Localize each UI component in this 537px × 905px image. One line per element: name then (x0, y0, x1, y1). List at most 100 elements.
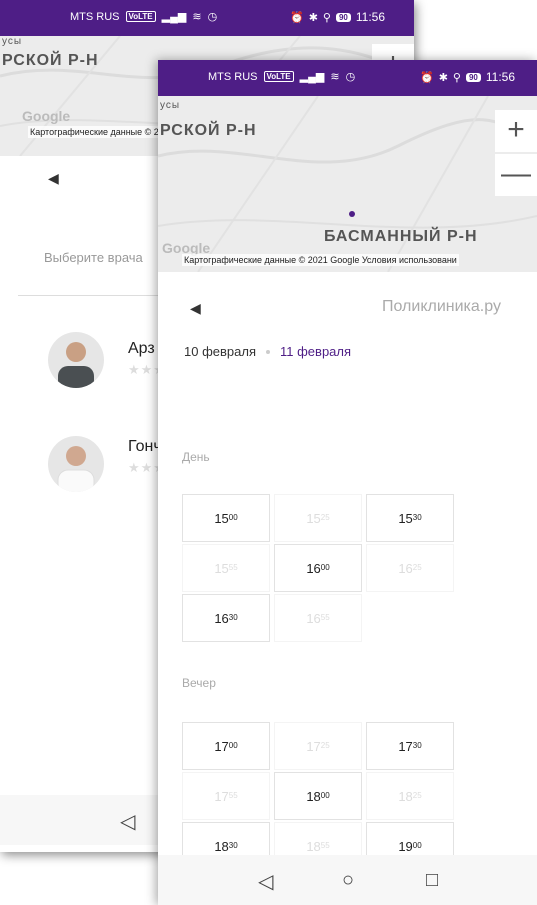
slot-minutes: 25 (320, 512, 330, 522)
slot-minutes: 55 (320, 612, 330, 622)
time-slot[interactable]: 15 00 (182, 494, 270, 542)
battery-icon: 90 (335, 12, 351, 22)
slot-minutes: 25 (412, 790, 422, 800)
map-district-left: РСКОЙ Р-Н (160, 122, 257, 139)
slot-minutes: 00 (412, 840, 422, 850)
back-button[interactable]: ◀ (190, 300, 201, 317)
doctor-name[interactable]: Гонч (128, 438, 162, 456)
time-slot[interactable]: 16 30 (182, 594, 270, 642)
slot-hour: 18 (306, 838, 321, 854)
carrier-text: MTS RUS (208, 70, 258, 83)
doctor-photo-icon (58, 342, 94, 388)
slot-minutes: 30 (228, 840, 238, 850)
slot-minutes: 25 (412, 562, 422, 572)
map-district-label: РСКОЙ Р-Н (2, 52, 99, 69)
select-doctor-field[interactable]: Выберите врача (44, 250, 143, 265)
date-separator (266, 349, 270, 354)
status-time: 11:56 (355, 10, 386, 24)
status-bar: MTS RUS VoLTE ▂▄▆ ≋ ◷ ⏰ ✱ ⚲ 90 11:56 (0, 0, 414, 36)
alarm-icon: ⏰ (290, 11, 304, 24)
nav-bar: ◁ ○ □ (158, 855, 537, 905)
map-view[interactable]: усы РСКОЙ Р-Н БАСМАННЫЙ Р-Н + — Google К… (158, 96, 537, 272)
slot-minutes: 30 (412, 512, 422, 522)
map-label-top: усы (160, 100, 181, 111)
slot-minutes: 55 (228, 790, 238, 800)
slot-hour: 19 (398, 838, 413, 854)
bluetooth-icon: ✱ (308, 11, 318, 24)
date-feb-11[interactable]: 11 февраля (280, 344, 351, 359)
slot-minutes: 55 (320, 840, 330, 850)
slot-hour: 18 (214, 838, 229, 854)
slot-hour: 15 (214, 510, 229, 526)
time-slot: 17 25 (274, 722, 362, 770)
location-icon: ⚲ (452, 71, 461, 84)
carrier-text: MTS RUS (70, 10, 120, 23)
avatar (48, 436, 104, 492)
slot-hour: 15 (214, 560, 229, 576)
map-label-top: усы (2, 36, 23, 47)
wifi-icon: ≋ (192, 11, 202, 23)
slot-hour: 17 (214, 788, 229, 804)
slot-minutes: 00 (320, 790, 330, 800)
date-selector: 10 февраля 11 февраля (184, 344, 351, 359)
slot-hour: 16 (306, 560, 321, 576)
bluetooth-icon: ✱ (438, 71, 448, 84)
doctor-photo-icon (57, 446, 95, 492)
time-slot: 16 25 (366, 544, 454, 592)
slot-hour: 18 (398, 788, 413, 804)
wifi-icon: ≋ (330, 71, 340, 83)
day-slots-grid: 15 00 15 25 15 30 15 55 16 00 16 25 16 30 16 55 (182, 494, 454, 642)
avatar (48, 332, 104, 388)
slot-minutes: 55 (228, 562, 238, 572)
time-slot[interactable]: 17 30 (366, 722, 454, 770)
section-evening-title: Вечер (182, 676, 216, 690)
slot-minutes: 00 (228, 512, 238, 522)
signal-icon: ▂▄▆ (299, 71, 325, 83)
slot-hour: 16 (306, 610, 321, 626)
time-slot[interactable]: 16 00 (274, 544, 362, 592)
back-button[interactable]: ◀ (48, 170, 59, 187)
front-screen: MTS RUS VoLTE ▂▄▆ ≋ ◷ ⏰ ✱ ⚲ 90 11:56 усы… (158, 60, 537, 905)
zoom-out-button[interactable]: — (495, 154, 537, 196)
volte-badge: VoLTE (263, 71, 294, 82)
slot-minutes: 30 (412, 740, 422, 750)
nav-recents-icon[interactable]: □ (426, 869, 438, 892)
clock-icon: ◷ (207, 11, 218, 23)
slot-minutes: 25 (320, 740, 330, 750)
slot-hour: 16 (398, 560, 413, 576)
slot-minutes: 00 (320, 562, 330, 572)
slot-minutes: 30 (228, 612, 238, 622)
section-day-title: День (182, 450, 210, 464)
nav-back-icon[interactable]: ◁ (258, 869, 273, 894)
slot-hour: 15 (306, 510, 321, 526)
nav-home-icon[interactable]: ○ (342, 869, 354, 892)
signal-icon: ▂▄▆ (161, 11, 187, 23)
time-slot[interactable]: 18 00 (274, 772, 362, 820)
status-time: 11:56 (485, 70, 516, 84)
brand-title: Поликлиника.ру (382, 298, 501, 315)
map-district-right: БАСМАННЫЙ Р-Н (324, 228, 478, 245)
status-bar: MTS RUS VoLTE ▂▄▆ ≋ ◷ ⏰ ✱ ⚲ 90 11:56 (158, 60, 537, 96)
clock-icon: ◷ (345, 71, 356, 83)
time-slot[interactable]: 15 30 (366, 494, 454, 542)
slot-hour: 18 (306, 788, 321, 804)
volte-badge: VoLTE (125, 11, 156, 22)
location-icon: ⚲ (322, 11, 331, 24)
slot-hour: 15 (398, 510, 413, 526)
slot-hour: 17 (398, 738, 413, 754)
time-slot[interactable]: 17 00 (182, 722, 270, 770)
doctor-name[interactable]: Арз (128, 340, 155, 358)
zoom-in-button[interactable]: + (495, 110, 537, 152)
slot-hour: 17 (306, 738, 321, 754)
nav-back-icon[interactable]: ◁ (120, 809, 135, 834)
time-slot: 15 55 (182, 544, 270, 592)
time-slot: 15 25 (274, 494, 362, 542)
alarm-icon: ⏰ (420, 71, 434, 84)
map-attribution[interactable]: Картографические данные © 2021 Google Ус… (182, 254, 459, 266)
date-feb-10[interactable]: 10 февраля (184, 344, 256, 359)
slot-hour: 17 (214, 738, 229, 754)
time-slot: 16 55 (274, 594, 362, 642)
time-slot: 17 55 (182, 772, 270, 820)
battery-icon: 90 (465, 72, 481, 82)
slot-hour: 16 (214, 610, 229, 626)
